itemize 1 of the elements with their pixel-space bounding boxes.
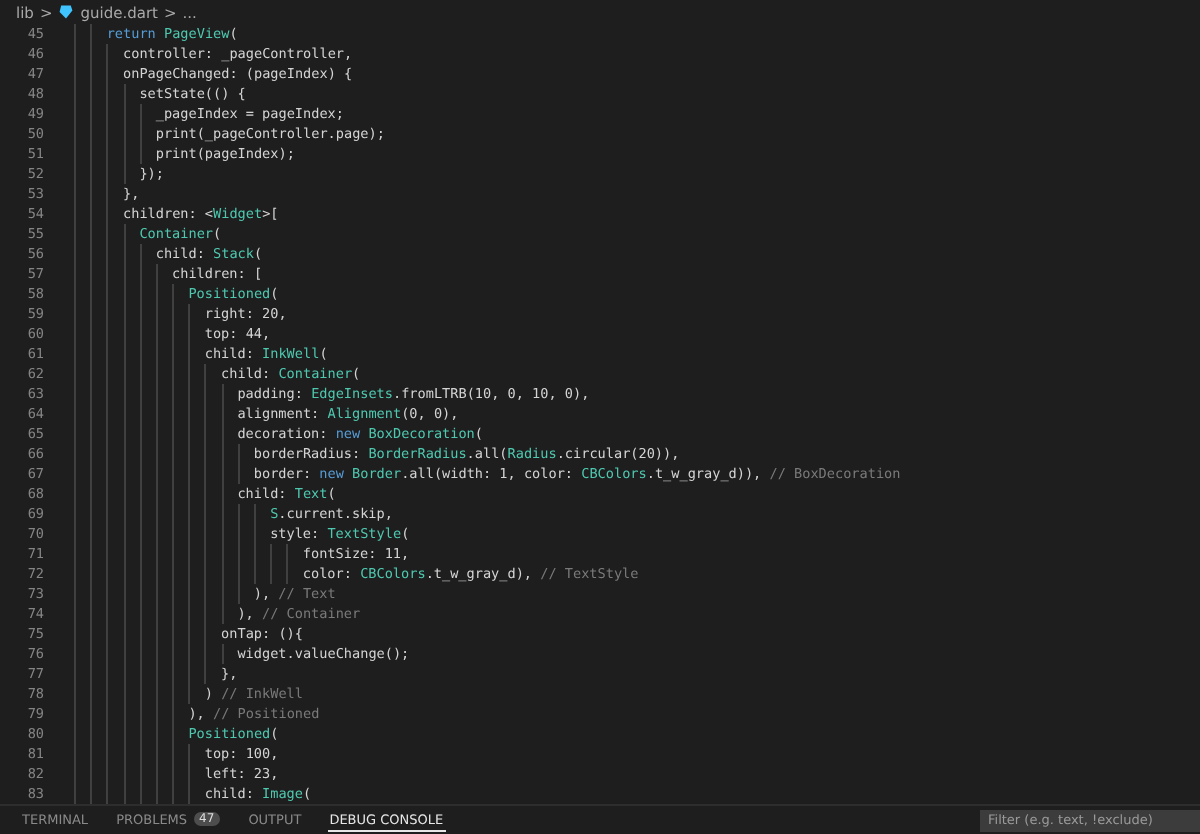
dart-file-icon: [58, 4, 75, 20]
